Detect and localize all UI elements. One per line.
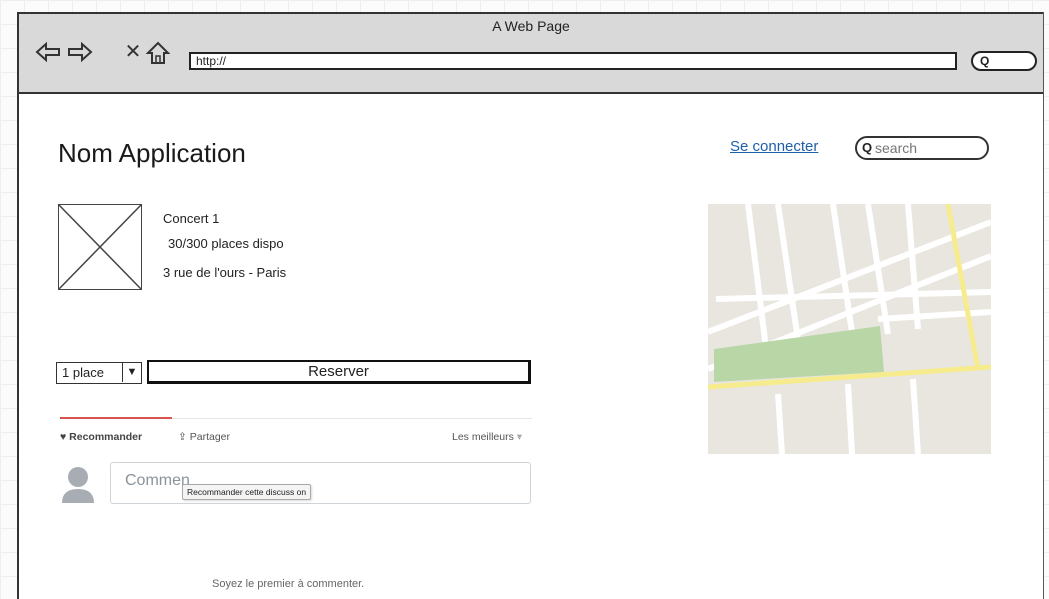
login-link[interactable]: Se connecter <box>730 138 818 155</box>
heart-icon: ♥ <box>60 431 67 443</box>
map[interactable] <box>708 204 991 454</box>
search-icon: Q <box>862 140 873 155</box>
share-label: Partager <box>189 431 231 443</box>
browser-toolbar: A Web Page ✕ http:// Q <box>19 12 1043 94</box>
home-button[interactable] <box>145 41 171 64</box>
quantity-select[interactable]: 1 place ▼ <box>56 362 142 384</box>
active-tab-indicator <box>60 417 172 419</box>
arrow-right-icon <box>68 41 93 63</box>
event-image-placeholder <box>58 204 142 290</box>
share-icon: ⇪ <box>178 431 187 443</box>
event-name: Concert 1 <box>163 211 220 226</box>
forward-button[interactable] <box>67 41 93 63</box>
avatar <box>60 463 96 503</box>
reserve-button[interactable]: Reserver <box>147 360 531 384</box>
tooltip: Recommander cette discuss on <box>182 484 312 500</box>
search-field[interactable]: Q <box>855 136 989 160</box>
chevron-down-icon: ▾ <box>516 431 523 443</box>
back-button[interactable] <box>35 41 60 63</box>
empty-comments-message: Soyez le premier à commenter. <box>212 578 365 590</box>
sort-label: Les meilleurs <box>452 431 514 443</box>
share-button[interactable]: ⇪ Partager <box>178 431 230 443</box>
home-icon <box>145 41 171 64</box>
recommend-label: Recommander <box>69 431 143 443</box>
event-address: 3 rue de l'ours - Paris <box>163 265 287 280</box>
sort-dropdown[interactable]: Les meilleurs ▾ <box>452 431 522 443</box>
dropdown-arrow-icon: ▼ <box>122 363 141 382</box>
recommend-button[interactable]: ♥ Recommander <box>60 431 142 443</box>
image-placeholder-icon <box>58 204 142 290</box>
address-bar[interactable]: http:// <box>189 52 957 70</box>
arrow-left-icon <box>35 41 60 63</box>
close-icon: ✕ <box>124 41 142 63</box>
comment-input[interactable]: Commen <box>110 462 531 504</box>
event-availability: 30/300 places dispo <box>168 236 284 251</box>
window-title: A Web Page <box>492 18 570 34</box>
stop-button[interactable]: ✕ <box>121 41 145 63</box>
browser-search-field[interactable]: Q <box>971 51 1037 71</box>
search-input[interactable] <box>875 140 975 156</box>
divider <box>172 418 532 419</box>
app-title: Nom Application <box>58 138 246 168</box>
search-icon: Q <box>980 54 990 68</box>
quantity-value: 1 place <box>62 365 104 380</box>
